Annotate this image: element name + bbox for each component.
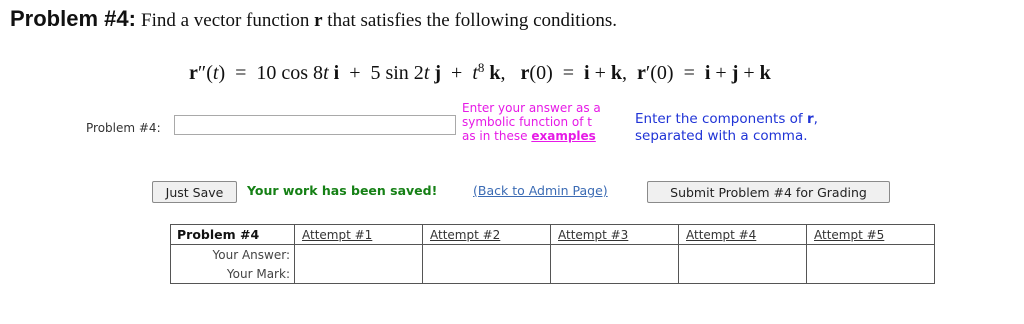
attempt-header-3: Attempt #3	[550, 224, 679, 245]
attempt-header-4: Attempt #4	[678, 224, 807, 245]
examples-link[interactable]: examples	[531, 129, 595, 143]
instruction-suffix: that satisfies the following conditions.	[327, 10, 618, 31]
attempt-3-link[interactable]: Attempt #3	[558, 228, 628, 242]
back-to-admin-link[interactable]: (Back to Admin Page)	[473, 183, 608, 198]
attempt-1-link[interactable]: Attempt #1	[302, 228, 372, 242]
attempts-header-row: Problem #4 Attempt #1 Attempt #2 Attempt…	[170, 224, 935, 245]
components-note: Enter the components of r, separated wit…	[635, 111, 875, 145]
attempt-4-link[interactable]: Attempt #4	[686, 228, 756, 242]
attempt-1-cell	[294, 244, 423, 284]
attempt-header-2: Attempt #2	[422, 224, 551, 245]
components-note-var: r	[806, 111, 814, 127]
components-note-prefix: Enter the components of	[635, 111, 803, 127]
problem-title: Problem #4:	[10, 6, 136, 31]
problem-equation: r″(t) = 10 cos 8t i + 5 sin 2t j + t8 k,…	[189, 60, 771, 84]
your-answer-label: Your Answer:	[170, 244, 295, 264]
attempt-3-cell	[550, 244, 679, 284]
attempt-2-link[interactable]: Attempt #2	[430, 228, 500, 242]
hint-line-3-prefix: as in these	[462, 129, 528, 143]
attempts-row-header: Problem #4	[170, 224, 295, 245]
problem-instruction: Find a vector function r that satisfies …	[141, 10, 617, 31]
attempt-5-link[interactable]: Attempt #5	[814, 228, 884, 242]
hint-line-2: symbolic function of t	[462, 115, 593, 129]
answer-label: Problem #4:	[86, 121, 161, 135]
components-note-line-2: separated with a comma.	[635, 128, 808, 144]
problem-title-line: Problem #4: Find a vector function r tha…	[10, 6, 617, 32]
your-mark-label: Your Mark:	[170, 264, 295, 284]
attempt-header-1: Attempt #1	[294, 224, 423, 245]
hint-line-3: as in these examples	[462, 129, 624, 143]
just-save-button[interactable]: Just Save	[152, 181, 237, 203]
your-answer-row: Your Answer:	[170, 244, 935, 284]
attempt-header-5: Attempt #5	[806, 224, 935, 245]
components-note-suffix: ,	[813, 111, 818, 127]
attempt-2-cell	[422, 244, 551, 284]
attempt-5-cell	[806, 244, 935, 284]
answer-format-hint: Enter your answer as a symbolic function…	[462, 101, 624, 143]
attempts-table: Problem #4 Attempt #1 Attempt #2 Attempt…	[170, 224, 935, 284]
submit-for-grading-button[interactable]: Submit Problem #4 for Grading	[647, 181, 890, 203]
saved-status-message: Your work has been saved!	[247, 183, 438, 198]
instruction-prefix: Find a vector function	[141, 10, 310, 31]
attempt-4-cell	[678, 244, 807, 284]
instruction-variable: r	[314, 10, 323, 31]
hint-line-1: Enter your answer as a	[462, 101, 601, 115]
answer-input[interactable]	[174, 115, 456, 135]
components-note-line-1: Enter the components of r,	[635, 111, 875, 128]
